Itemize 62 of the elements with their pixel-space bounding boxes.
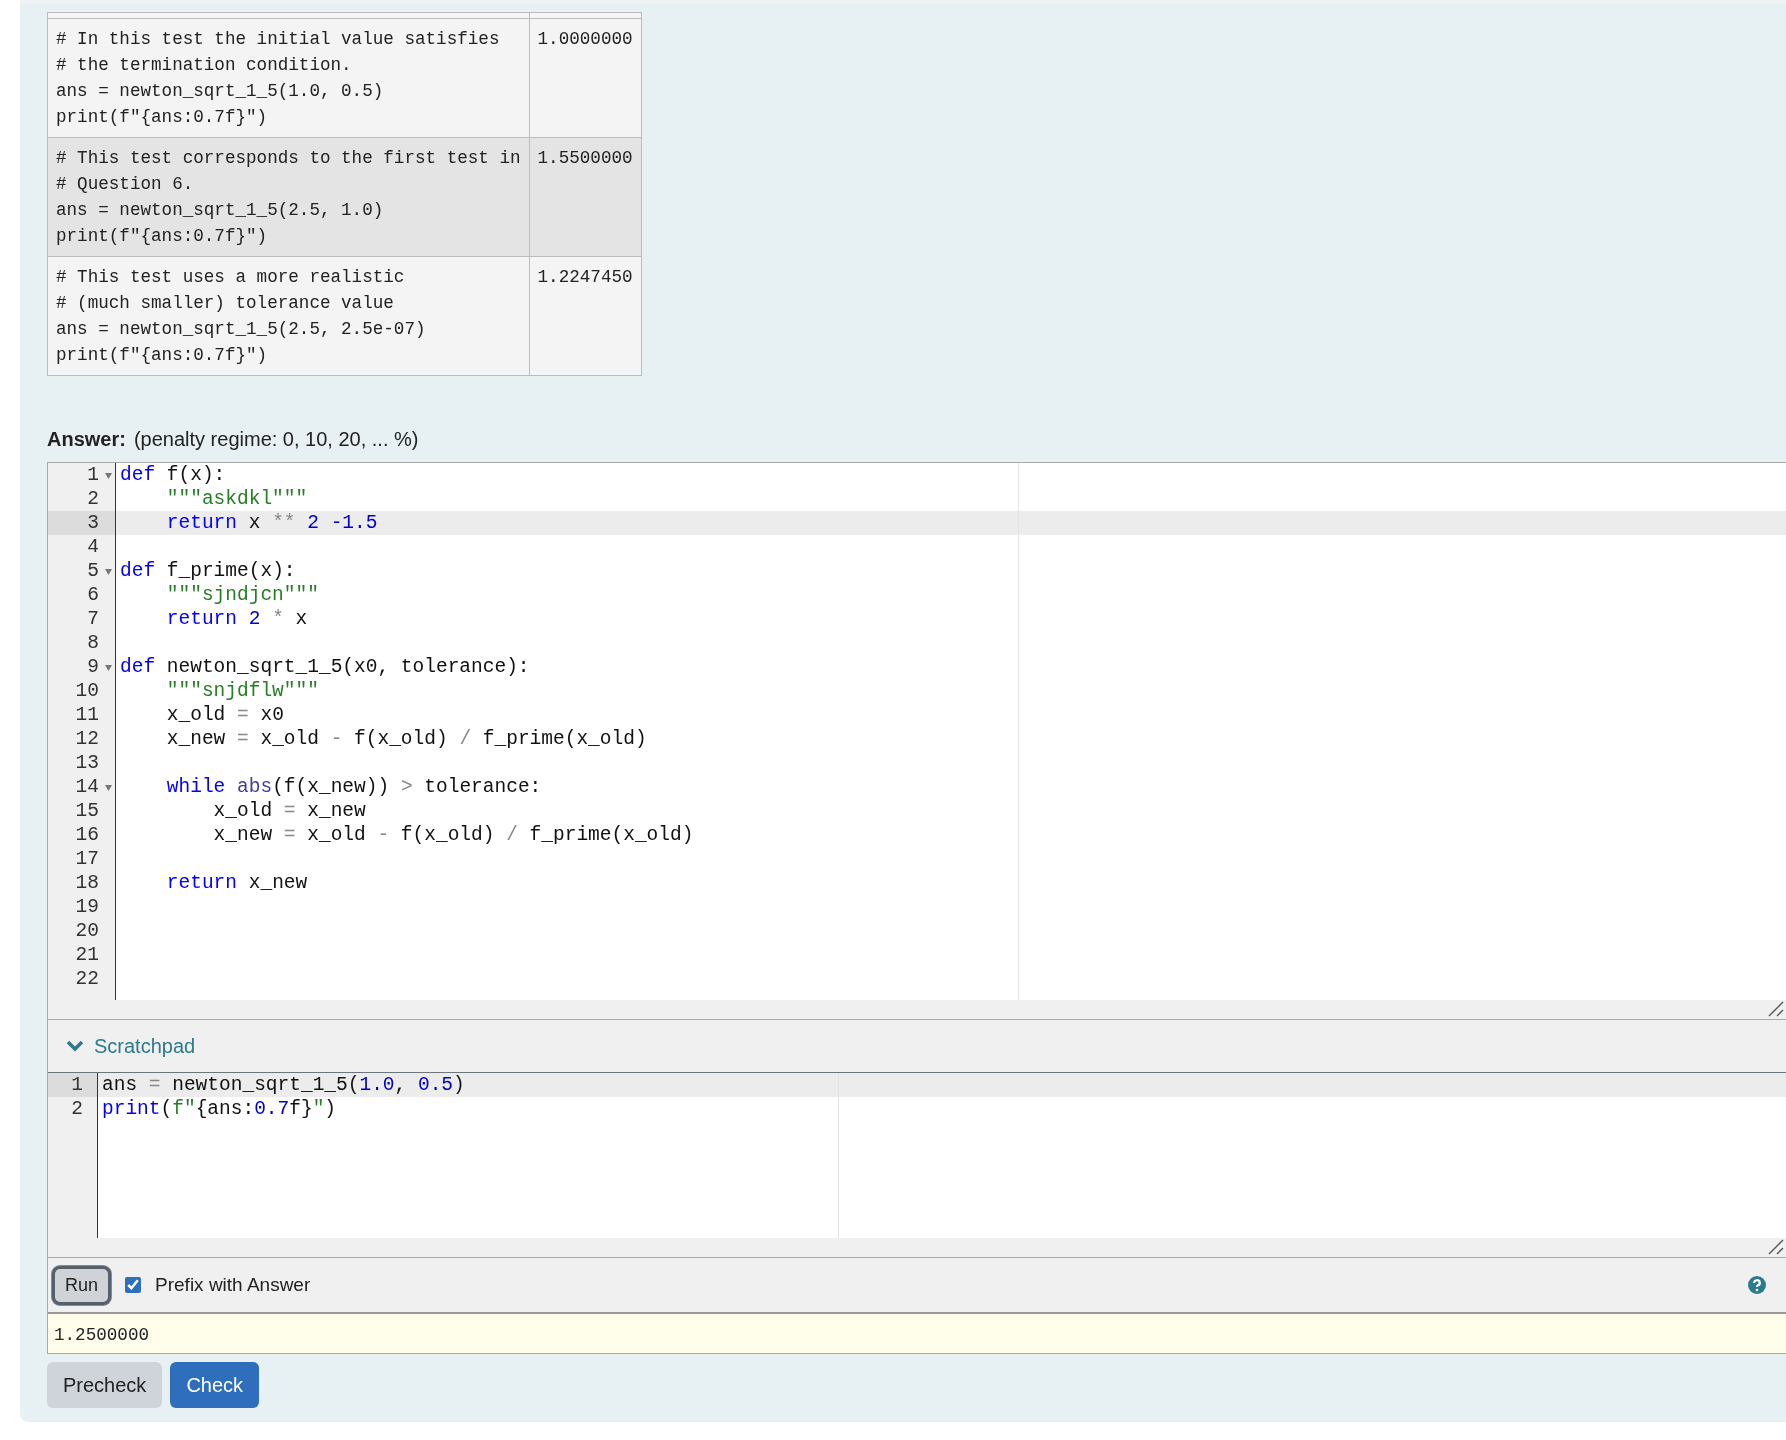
penalty-regime-text: (penalty regime: 0, 10, 20, ... %) <box>133 427 419 452</box>
code-line: while abs(f(x_new)) > tolerance: <box>165 775 543 799</box>
code-line: def f_prime(x): <box>119 559 297 583</box>
line-number: 19 <box>74 895 100 919</box>
line-number: 16 <box>74 823 100 847</box>
line-number: 8 <box>86 631 100 655</box>
code-line: return x_new <box>165 871 309 895</box>
expected-result-cell: 1.5500000 <box>529 137 642 257</box>
line-number: 21 <box>74 943 100 967</box>
line-number: 5 <box>48 559 115 583</box>
line-number: 9 <box>48 655 115 679</box>
line-number: 6 <box>86 583 100 607</box>
fold-arrow-icon <box>105 785 112 791</box>
code-line: def f(x): <box>119 463 227 487</box>
code-line: return 2 * x <box>165 607 309 631</box>
prefix-label: Prefix with Answer <box>155 1272 311 1297</box>
prefix-checkbox[interactable] <box>125 1277 142 1293</box>
code-line: print(f"{ans:0.7f}") <box>101 1097 338 1121</box>
test-code-cell: # In this test the initial value satisfies # the termination condition. ans = newton_sqrt_1_5(1.0, 0.5) print(f"{ans:0.7f}") <box>47 18 530 138</box>
line-number: 10 <box>74 679 100 703</box>
code-line: x_new = x_old - f(x_old) / f_prime(x_old) <box>165 727 648 751</box>
code-line: def newton_sqrt_1_5(x0, tolerance): <box>119 655 531 679</box>
line-number: 11 <box>74 703 100 727</box>
resize-handle-icon <box>1768 1001 1784 1017</box>
code-line: x_old = x0 <box>165 703 285 727</box>
line-number: 13 <box>74 751 100 775</box>
expected-result-cell: 1.0000000 <box>529 18 642 138</box>
code-line: """sjndjcn""" <box>165 583 320 607</box>
fold-arrow-icon <box>105 473 112 479</box>
resize-handle-icon <box>1768 1239 1784 1255</box>
scratchpad-toggle[interactable]: Scratchpad <box>94 1031 196 1061</box>
line-number: 4 <box>86 535 100 559</box>
fold-arrow-icon <box>105 569 112 575</box>
check-button[interactable]: Check <box>170 1362 260 1408</box>
line-number: 1 <box>48 1073 97 1097</box>
code-line: """snjdflw""" <box>165 679 320 703</box>
code-line: x_new = x_old - f(x_old) / f_prime(x_old) <box>212 823 695 847</box>
output-box: 1.2500000 <box>48 1312 1786 1353</box>
line-number: 22 <box>74 967 100 991</box>
line-number: 12 <box>74 727 100 751</box>
line-number: 2 <box>86 487 100 511</box>
chevron-icon[interactable] <box>66 1040 84 1052</box>
precheck-button[interactable]: Precheck <box>47 1362 163 1408</box>
scratchpad-editor[interactable]: 1 2 ans = newton_sqrt_1_5(1.0, 0.5) print(f"{ans:0.7f}") <box>48 1073 1786 1238</box>
line-number: 18 <box>74 871 100 895</box>
answer-label: Answer: <box>47 427 126 452</box>
line-number: 7 <box>86 607 100 631</box>
expected-result-cell: 1.2247450 <box>529 256 642 376</box>
run-button[interactable]: Run <box>52 1265 112 1305</box>
fold-arrow-icon <box>105 665 112 671</box>
line-number: 2 <box>70 1097 84 1121</box>
line-number: 1 <box>48 463 115 487</box>
test-code-cell: # This test corresponds to the first test in # Question 6. ans = newton_sqrt_1_5(2.5, 1.0) print(f"{ans:0.7f}") <box>47 137 530 257</box>
line-number: 17 <box>74 847 100 871</box>
line-number: 3 <box>48 511 115 535</box>
code-line: """askdkl""" <box>165 487 309 511</box>
line-number: 15 <box>74 799 100 823</box>
help-icon[interactable] <box>1748 1276 1766 1294</box>
line-number: 20 <box>74 919 100 943</box>
line-number: 14 <box>48 775 115 799</box>
code-line: x_old = x_new <box>212 799 367 823</box>
test-code-cell: # This test uses a more realistic # (much smaller) tolerance value ans = newton_sqrt_1_5(2.5, 2.5e-07) print(f"{ans:0.7f}") <box>47 256 530 376</box>
